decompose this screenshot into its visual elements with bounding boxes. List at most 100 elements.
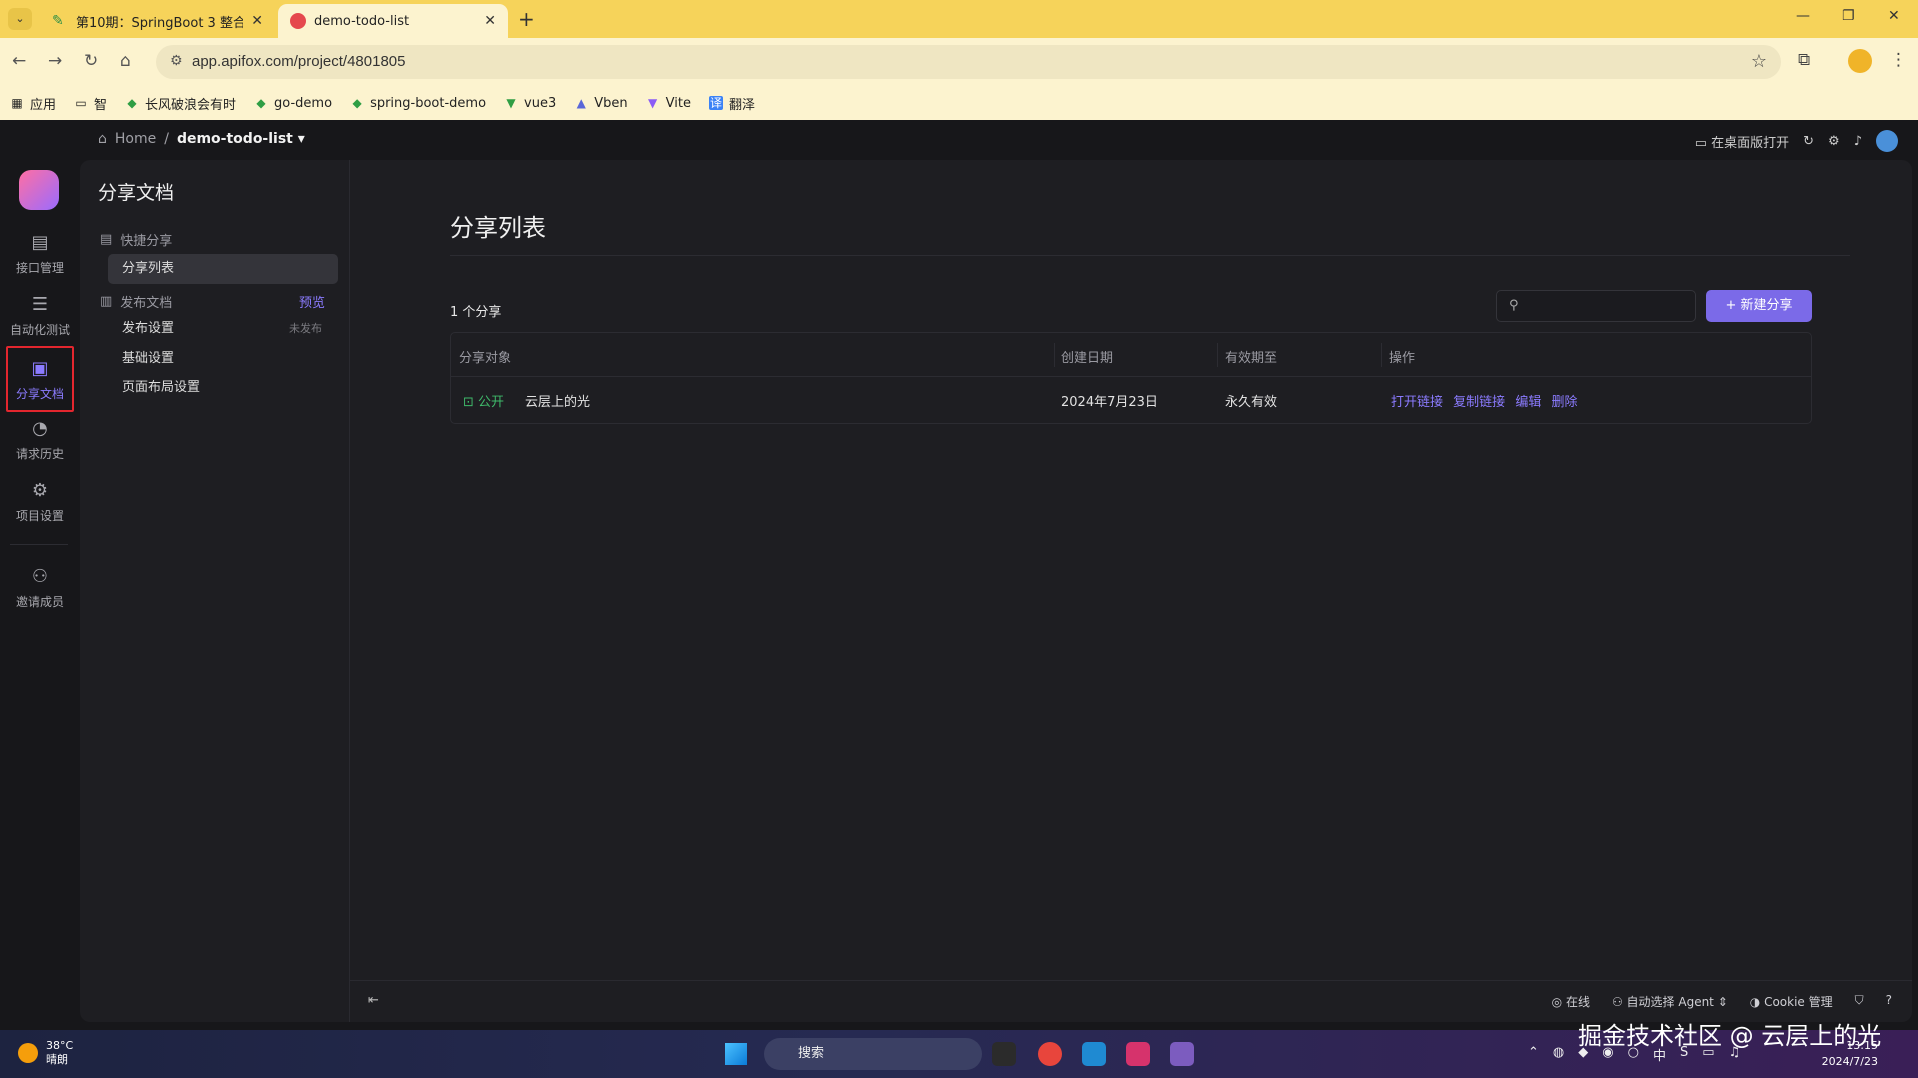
column-header: 分享对象 (459, 351, 512, 366)
sidebar-item-share-list[interactable]: 分享列表 (108, 254, 338, 284)
taskbar-search[interactable]: 搜索 (764, 1038, 982, 1070)
minimize-icon[interactable]: — (1796, 8, 1810, 24)
agent-selector[interactable]: ⚇ 自动选择 Agent ⇕ (1612, 993, 1728, 1010)
share-sidebar: 分享文档 ▤ 快捷分享 分享列表 ▥ 发布文档 预览 发布设置 未发布 基础设置… (80, 160, 350, 1022)
forward-icon[interactable]: → (48, 51, 62, 71)
address-bar[interactable]: ⚙ app.apifox.com/project/4801805 ☆ (156, 45, 1781, 79)
windows-start-icon[interactable] (725, 1043, 747, 1065)
project-switcher[interactable]: demo-todo-list ▾ (177, 131, 305, 147)
chevron-up-icon[interactable]: ⌃ (1528, 1045, 1539, 1064)
delete-button[interactable]: 删除 (1551, 395, 1577, 410)
window-close-icon[interactable]: ✕ (1888, 8, 1900, 24)
refresh-icon[interactable]: ↻ (1803, 134, 1814, 149)
rail-item-share-doc[interactable]: ▣ 分享文档 (6, 346, 74, 412)
weather-widget[interactable]: 38°C 晴朗 (18, 1039, 73, 1067)
share-doc-icon: ▣ (31, 358, 49, 379)
edit-button[interactable]: 编辑 (1515, 395, 1541, 410)
app-icon[interactable] (1170, 1042, 1194, 1066)
browser-tab-springboot[interactable]: ✎ 第10期：SpringBoot 3 整合接 ✕ (40, 4, 275, 38)
tab-search-button[interactable]: ⌄ (8, 8, 32, 30)
juejin-icon: ◆ (352, 96, 362, 110)
browser-tab-demo[interactable]: demo-todo-list ✕ (278, 4, 508, 38)
bookmark-item[interactable]: 译翻泽 (708, 94, 755, 113)
bookmark-item[interactable]: ◆ spring-boot-demo (350, 96, 486, 111)
preview-link[interactable]: 预览 (299, 292, 325, 311)
apifox-app: ⌂ Home / demo-todo-list ▾ ▭ 在桌面版打开 ↻ ⚙ ♪… (0, 120, 1918, 1030)
sidebar-item-label: 基础设置 (122, 351, 175, 366)
site-info-icon[interactable]: ⚙ (170, 53, 183, 69)
intellij-app-icon[interactable] (1126, 1042, 1150, 1066)
rail-item-history[interactable]: ◔ 请求历史 (6, 408, 74, 474)
bookmark-label: Vite (665, 95, 691, 111)
share-search-input[interactable]: ⚲ (1496, 290, 1696, 322)
bell-icon[interactable]: ♪ (1854, 134, 1862, 149)
restore-icon[interactable]: ❐ (1842, 8, 1855, 24)
sidebar-item-basic-settings[interactable]: 基础设置 (108, 344, 338, 374)
online-status[interactable]: ◎ 在线 (1552, 993, 1590, 1010)
column-header: 有效期至 (1225, 351, 1278, 366)
apifox-favicon-icon (290, 13, 306, 29)
bookmark-item[interactable]: ▼ Vite (646, 96, 691, 111)
browser-menu-icon[interactable]: ⋮ (1890, 50, 1907, 70)
new-tab-icon[interactable]: + (518, 7, 535, 31)
agent-label: 自动选择 Agent (1626, 995, 1714, 1009)
vite-icon: ▼ (648, 96, 658, 110)
visibility-label: 公开 (478, 395, 505, 410)
bookmark-label: 翻泽 (728, 97, 755, 113)
vscode-app-icon[interactable] (1082, 1042, 1106, 1066)
bookmark-item[interactable]: ▲ Vben (574, 96, 628, 111)
rail-item-automation[interactable]: ☰ 自动化测试 (6, 284, 74, 350)
sidebar-item-publish-settings[interactable]: 发布设置 未发布 (108, 314, 338, 344)
bookmarks-bar: ▦ 应用 ▭ 智 ◆ 长风破浪会有时 ◆ go-demo ◆ spring-boot-de… (0, 86, 1918, 120)
home-icon[interactable]: ⌂ (98, 131, 107, 147)
open-link-button[interactable]: 打开链接 (1391, 395, 1443, 410)
bookmark-apps[interactable]: ▦ 应用 (10, 94, 56, 113)
bookmark-star-icon[interactable]: ☆ (1751, 51, 1767, 72)
help-icon[interactable]: ? (1886, 993, 1892, 1010)
breadcrumb-home[interactable]: Home (115, 131, 156, 147)
rail-item-settings[interactable]: ⚙ 项目设置 (6, 470, 74, 536)
chrome-app-icon[interactable] (1038, 1042, 1062, 1066)
bookmark-item[interactable]: ▼ vue3 (504, 96, 556, 111)
terminal-app-icon[interactable] (992, 1042, 1016, 1066)
group-quick-share[interactable]: ▤ 快捷分享 (100, 230, 172, 249)
url-text[interactable]: app.apifox.com/project/4801805 (192, 53, 405, 70)
sidebar-item-label: 页面布局设置 (122, 380, 201, 395)
copy-link-button[interactable]: 复制链接 (1453, 395, 1505, 410)
close-tab-icon[interactable]: ✕ (484, 13, 496, 29)
back-icon[interactable]: ← (12, 51, 26, 71)
bookmark-folder[interactable]: ▭ 智 (74, 94, 107, 113)
expiry: 永久有效 (1225, 395, 1278, 410)
rail-divider (10, 544, 68, 545)
table-row: ⊡ 公开 云层上的光 2024年7月23日 永久有效 打开链接 复制链接 编辑 … (451, 377, 1811, 423)
open-desktop-button[interactable]: ▭ 在桌面版打开 (1695, 132, 1789, 151)
table-header: 分享对象 创建日期 有效期至 操作 (451, 333, 1811, 377)
new-share-button[interactable]: + 新建分享 (1706, 290, 1812, 322)
content-panel: 分享文档 ▤ 快捷分享 分享列表 ▥ 发布文档 预览 发布设置 未发布 基础设置… (80, 160, 1912, 1022)
rail-label: 项目设置 (15, 509, 64, 523)
bookmark-label: vue3 (524, 95, 557, 111)
sidebar-title: 分享文档 (98, 182, 175, 204)
settings-gear-icon[interactable]: ⚙ (1828, 134, 1840, 149)
juejin-icon: ◆ (256, 96, 266, 110)
tray-app-icon[interactable]: ◍ (1553, 1045, 1564, 1064)
bookmark-item[interactable]: ◆ 长风破浪会有时 (125, 94, 236, 113)
group-publish-doc[interactable]: ▥ 发布文档 (100, 292, 172, 311)
reload-icon[interactable]: ↻ (84, 51, 98, 71)
shirt-icon[interactable]: ⛉ (1855, 993, 1864, 1010)
rail-item-invite[interactable]: ⚇ 邀请成员 (6, 556, 74, 622)
close-tab-icon[interactable]: ✕ (251, 13, 263, 29)
extensions-icon[interactable]: ⧉ (1798, 50, 1810, 70)
profile-avatar[interactable] (1848, 49, 1872, 73)
sidebar-item-layout-settings[interactable]: 页面布局设置 (108, 373, 338, 403)
rail-item-api[interactable]: ▤ 接口管理 (6, 222, 74, 288)
project-logo[interactable] (19, 170, 59, 210)
home-icon[interactable]: ⌂ (120, 51, 131, 71)
vben-icon: ▲ (576, 96, 586, 110)
bookmark-item[interactable]: ◆ go-demo (254, 96, 332, 111)
cookie-manager[interactable]: ◑ Cookie 管理 (1750, 993, 1833, 1010)
user-avatar[interactable] (1876, 130, 1898, 152)
collapse-sidebar-icon[interactable]: ⇤ (368, 993, 379, 1008)
bookmark-label: 智 (94, 97, 108, 113)
check-circle-icon: ◎ (1551, 995, 1566, 1009)
